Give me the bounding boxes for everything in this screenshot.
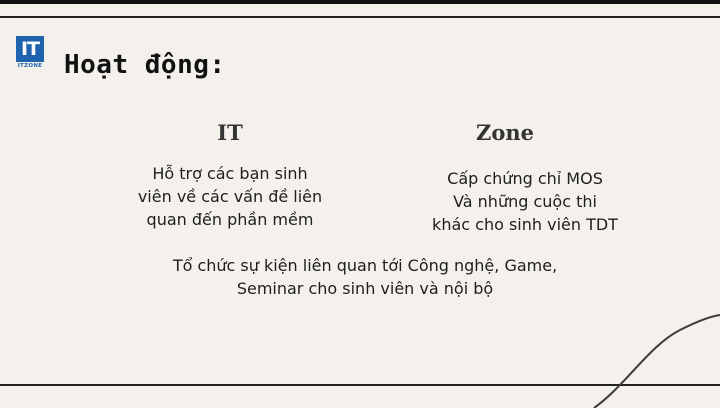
curve-line: [593, 314, 720, 408]
logo-mark: IT: [16, 36, 44, 62]
it-line-3: quan đến phần mềm: [146, 210, 314, 229]
zone-line-1: Cấp chứng chỉ MOS: [447, 169, 603, 188]
itzone-logo: IT ITZONE: [16, 36, 44, 70]
zone-heading: Zone: [476, 120, 534, 145]
zone-description: Cấp chứng chỉ MOS Và những cuộc thi khác…: [400, 167, 650, 236]
it-line-2: viên về các vấn đề liên: [137, 187, 323, 206]
it-description: Hỗ trợ các bạn sinh viên về các vấn đề l…: [110, 162, 350, 231]
shared-description: Tổ chức sự kiện liên quan tới Công nghệ,…: [120, 254, 610, 300]
it-heading: IT: [217, 120, 243, 145]
shared-line-1: Tổ chức sự kiện liên quan tới Công nghệ,…: [172, 256, 558, 275]
shared-line-2: Seminar cho sinh viên và nội bộ: [236, 279, 494, 298]
it-line-1: Hỗ trợ các bạn sinh: [152, 164, 308, 183]
page-title: Hoạt động:: [64, 50, 226, 80]
logo-caption: ITZONE: [17, 63, 43, 69]
zone-line-2: Và những cuộc thi: [453, 192, 597, 211]
zone-line-3: khác cho sinh viên TDT: [432, 215, 618, 234]
